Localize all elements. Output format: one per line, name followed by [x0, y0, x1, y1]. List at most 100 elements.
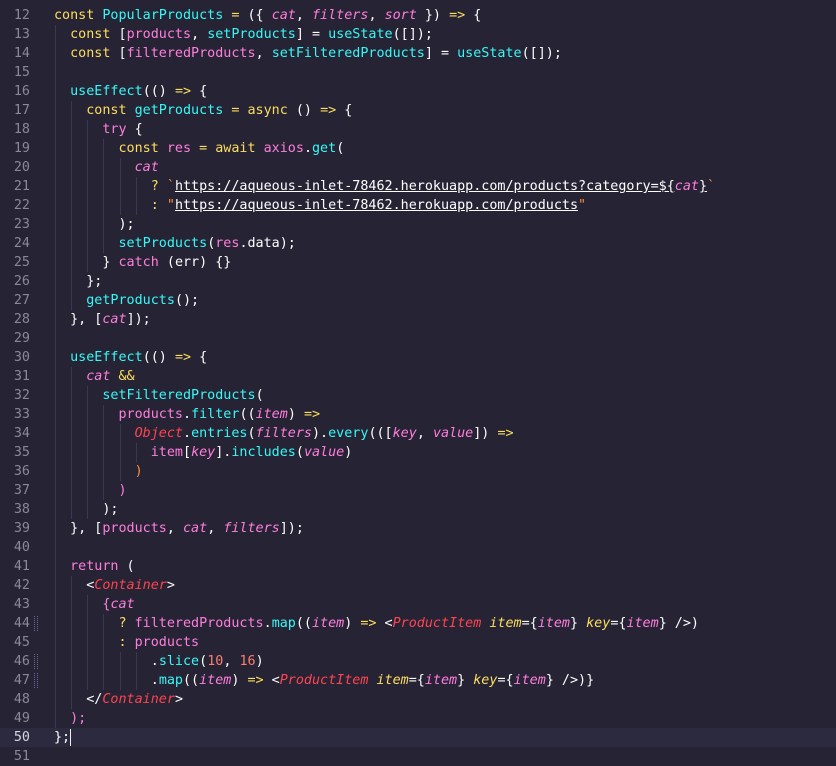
line-number: 27: [13, 293, 30, 308]
code-token: };: [54, 730, 71, 745]
code-text: [54, 329, 70, 348]
code-line[interactable]: 39 }, [products, cat, filters]);: [0, 519, 836, 538]
code-line[interactable]: 19 const res = await axios.get(: [0, 139, 836, 158]
code-token: ] =: [295, 27, 329, 42]
code-line[interactable]: 35 item[key].includes(value): [0, 443, 836, 462]
code-line[interactable]: 43 {cat: [0, 595, 836, 614]
code-line[interactable]: 50};: [0, 728, 836, 747]
code-line[interactable]: 47 .map((item) => <ProductItem item={ite…: [0, 671, 836, 690]
git-change-marker[interactable]: [34, 616, 38, 631]
code-text: getProducts();: [54, 291, 199, 310]
code-line[interactable]: 38 );: [0, 500, 836, 519]
line-number: 28: [13, 312, 30, 327]
code-line[interactable]: 41 return (: [0, 557, 836, 576]
code-line[interactable]: 51: [0, 747, 836, 766]
code-line[interactable]: 20 cat: [0, 158, 836, 177]
code-line[interactable]: 25 } catch (err) {}: [0, 253, 836, 272]
code-token: key: [586, 616, 611, 631]
code-text: Object.entries(filters).every(([key, val…: [54, 424, 514, 443]
code-line[interactable]: 29: [0, 329, 836, 348]
code-token: ([]);: [521, 46, 562, 61]
git-change-marker[interactable]: [34, 673, 38, 688]
code-token: cat: [674, 179, 699, 194]
code-token: cat: [134, 160, 159, 175]
code-line[interactable]: 16 useEffect(() => {: [0, 82, 836, 101]
code-line[interactable]: 30 useEffect(() => {: [0, 348, 836, 367]
code-line[interactable]: 34 Object.entries(filters).every(([key, …: [0, 424, 836, 443]
code-token: ={: [408, 673, 425, 688]
code-token: =>: [174, 84, 192, 99]
code-token: cat: [102, 312, 127, 327]
code-line[interactable]: 44 ? filteredProducts.map((item) => <Pro…: [0, 614, 836, 633]
code-token: [: [118, 46, 127, 61]
code-line[interactable]: 14 const [filteredProducts, setFilteredP…: [0, 44, 836, 63]
code-token: ): [231, 673, 248, 688]
code-line[interactable]: 40: [0, 538, 836, 557]
code-token: );: [70, 711, 87, 726]
code-line[interactable]: 45 : products: [0, 633, 836, 652]
code-line[interactable]: 15: [0, 63, 836, 82]
code-text: return (: [54, 557, 135, 576]
code-line[interactable]: 17 const getProducts = async () => {: [0, 101, 836, 120]
code-line[interactable]: 13 const [products, setProducts] = useSt…: [0, 25, 836, 44]
code-line[interactable]: 31 cat &&: [0, 367, 836, 386]
code-text: : "https://aqueous-inlet-78462.herokuapp…: [54, 196, 586, 215]
code-token: value: [432, 426, 474, 441]
code-line[interactable]: 28 }, [cat]);: [0, 310, 836, 329]
code-token: item: [312, 616, 345, 631]
code-text: try {: [54, 120, 142, 139]
code-line[interactable]: 18 try {: [0, 120, 836, 139]
line-number: 24: [13, 236, 30, 251]
code-text: }, [products, cat, filters]);: [54, 519, 304, 538]
code-token: =: [191, 141, 216, 156]
code-token: =>: [320, 103, 337, 118]
line-number: 46: [13, 654, 30, 669]
code-line[interactable]: 33 products.filter((item) =>: [0, 405, 836, 424]
code-token: =>: [360, 616, 377, 631]
code-text: cat &&: [54, 367, 134, 386]
line-number: 50: [13, 730, 30, 745]
code-line[interactable]: 26 };: [0, 272, 836, 291]
code-token: );: [118, 217, 135, 232]
code-token: (: [199, 654, 208, 669]
code-token: } />)}: [545, 673, 595, 688]
code-line[interactable]: 46 .slice(10, 16): [0, 652, 836, 671]
code-editor[interactable]: 12 const PopularProducts = ({ cat, filter…: [0, 0, 836, 764]
line-number: 41: [13, 559, 30, 574]
code-token: ((: [239, 407, 256, 422]
code-line[interactable]: 23 );: [0, 215, 836, 234]
code-token: ={: [610, 616, 627, 631]
code-line[interactable]: 36 ): [0, 462, 836, 481]
code-line[interactable]: 27 getProducts();: [0, 291, 836, 310]
code-token: every: [328, 426, 369, 441]
code-line[interactable]: 12 const PopularProducts = ({ cat, filter…: [0, 6, 836, 25]
git-change-marker[interactable]: [34, 654, 38, 669]
code-line[interactable]: 37 ): [0, 481, 836, 500]
code-line[interactable]: 48 </Container>: [0, 690, 836, 709]
code-token: ProductItem: [279, 673, 369, 688]
code-text: {cat: [54, 595, 134, 614]
code-line[interactable]: 21 ? `https://aqueous-inlet-78462.heroku…: [0, 177, 836, 196]
code-token: useState: [328, 27, 393, 42]
code-text: ? filteredProducts.map((item) => <Produc…: [54, 614, 700, 633]
code-token: const: [70, 46, 119, 61]
code-token: <: [263, 673, 280, 688]
code-line[interactable]: 22 : "https://aqueous-inlet-78462.heroku…: [0, 196, 836, 215]
code-line[interactable]: 32 setFilteredProducts(: [0, 386, 836, 405]
code-token: :: [118, 635, 135, 650]
line-number: 12: [13, 8, 30, 23]
code-token: setFilteredProducts: [102, 388, 256, 403]
code-token: filteredProducts: [134, 616, 264, 631]
code-line[interactable]: 24 setProducts(res.data);: [0, 234, 836, 253]
code-line[interactable]: 49 );: [0, 709, 836, 728]
code-token: ,: [191, 27, 208, 42]
code-line[interactable]: 42 <Container>: [0, 576, 836, 595]
code-token: (: [247, 426, 256, 441]
